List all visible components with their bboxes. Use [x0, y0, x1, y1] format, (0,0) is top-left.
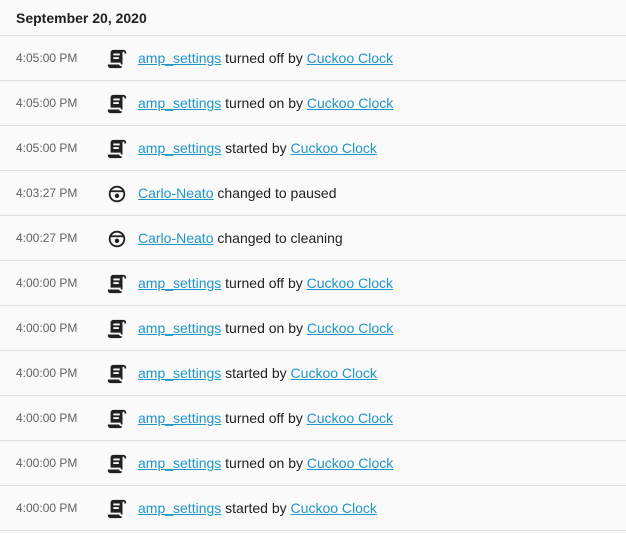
source-link[interactable]: Cuckoo Clock [307, 410, 393, 426]
entry-action: changed to paused [213, 185, 337, 201]
entry-time: 4:00:00 PM [16, 501, 78, 515]
source-link[interactable]: Cuckoo Clock [291, 365, 377, 381]
entry-message: Carlo-Neato changed to cleaning [138, 230, 343, 246]
logbook-entry: 4:05:00 PM amp_settings turned off by Cuc… [0, 36, 626, 81]
entity-link[interactable]: amp_settings [138, 50, 221, 66]
entry-time: 4:00:00 PM [16, 456, 78, 470]
entry-time: 4:00:27 PM [16, 231, 78, 245]
logbook-entry: 4:00:00 PM amp_settings started by Cuckoo… [0, 486, 626, 531]
script-icon [106, 453, 128, 475]
robot-vacuum-icon [106, 228, 128, 250]
entry-message: amp_settings started by Cuckoo Clock [138, 500, 377, 516]
entity-link[interactable]: amp_settings [138, 500, 221, 516]
entry-message: amp_settings turned on by Cuckoo Clock [138, 455, 393, 471]
script-icon [106, 273, 128, 295]
script-icon [106, 138, 128, 160]
entry-message: amp_settings started by Cuckoo Clock [138, 365, 377, 381]
entry-list: 4:05:00 PM amp_settings turned off by Cuc… [0, 36, 626, 531]
entity-link[interactable]: Carlo-Neato [138, 185, 213, 201]
entity-link[interactable]: amp_settings [138, 455, 221, 471]
source-link[interactable]: Cuckoo Clock [307, 275, 393, 291]
entry-time: 4:05:00 PM [16, 141, 78, 155]
entry-time: 4:00:00 PM [16, 321, 78, 335]
entity-link[interactable]: Carlo-Neato [138, 230, 213, 246]
entry-action: turned on by [221, 320, 307, 336]
script-icon [106, 48, 128, 70]
source-link[interactable]: Cuckoo Clock [307, 455, 393, 471]
entity-link[interactable]: amp_settings [138, 275, 221, 291]
script-icon [106, 498, 128, 520]
entry-action: started by [221, 500, 291, 516]
entry-action: started by [221, 140, 291, 156]
entry-message: amp_settings turned off by Cuckoo Clock [138, 410, 393, 426]
entry-time: 4:00:00 PM [16, 276, 78, 290]
logbook-entry: 4:00:00 PM amp_settings turned on by Cuck… [0, 306, 626, 351]
entity-link[interactable]: amp_settings [138, 95, 221, 111]
entity-link[interactable]: amp_settings [138, 320, 221, 336]
entity-link[interactable]: amp_settings [138, 410, 221, 426]
script-icon [106, 408, 128, 430]
entry-message: amp_settings turned off by Cuckoo Clock [138, 50, 393, 66]
date-header: September 20, 2020 [0, 0, 626, 36]
entry-time: 4:00:00 PM [16, 411, 78, 425]
source-link[interactable]: Cuckoo Clock [291, 500, 377, 516]
source-link[interactable]: Cuckoo Clock [307, 50, 393, 66]
script-icon [106, 93, 128, 115]
source-link[interactable]: Cuckoo Clock [307, 320, 393, 336]
entry-action: turned on by [221, 455, 307, 471]
entry-action: changed to cleaning [213, 230, 343, 246]
robot-vacuum-icon [106, 183, 128, 205]
entry-time: 4:05:00 PM [16, 96, 78, 110]
entry-action: turned off by [221, 50, 307, 66]
entity-link[interactable]: amp_settings [138, 365, 221, 381]
entry-message: amp_settings turned on by Cuckoo Clock [138, 320, 393, 336]
source-link[interactable]: Cuckoo Clock [291, 140, 377, 156]
logbook-entry: 4:03:27 PM Carlo-Neato changed to paused [0, 171, 626, 216]
logbook-entry: 4:00:00 PM amp_settings turned off by Cuc… [0, 396, 626, 441]
script-icon [106, 363, 128, 385]
entry-action: turned off by [221, 275, 307, 291]
source-link[interactable]: Cuckoo Clock [307, 95, 393, 111]
entry-time: 4:03:27 PM [16, 186, 78, 200]
entity-link[interactable]: amp_settings [138, 140, 221, 156]
logbook: September 20, 2020 4:05:00 PM amp_setting… [0, 0, 626, 533]
entry-time: 4:00:00 PM [16, 366, 78, 380]
entry-action: turned off by [221, 410, 307, 426]
entry-action: started by [221, 365, 291, 381]
logbook-entry: 4:05:00 PM amp_settings turned on by Cuck… [0, 81, 626, 126]
entry-message: amp_settings turned on by Cuckoo Clock [138, 95, 393, 111]
entry-message: amp_settings turned off by Cuckoo Clock [138, 275, 393, 291]
entry-message: Carlo-Neato changed to paused [138, 185, 336, 201]
logbook-entry: 4:05:00 PM amp_settings started by Cuckoo… [0, 126, 626, 171]
entry-message: amp_settings started by Cuckoo Clock [138, 140, 377, 156]
logbook-entry: 4:00:00 PM amp_settings turned off by Cuc… [0, 261, 626, 306]
logbook-entry: 4:00:27 PM Carlo-Neato changed to cleanin… [0, 216, 626, 261]
entry-action: turned on by [221, 95, 307, 111]
logbook-entry: 4:00:00 PM amp_settings turned on by Cuck… [0, 441, 626, 486]
logbook-entry: 4:00:00 PM amp_settings started by Cuckoo… [0, 351, 626, 396]
script-icon [106, 318, 128, 340]
entry-time: 4:05:00 PM [16, 51, 78, 65]
